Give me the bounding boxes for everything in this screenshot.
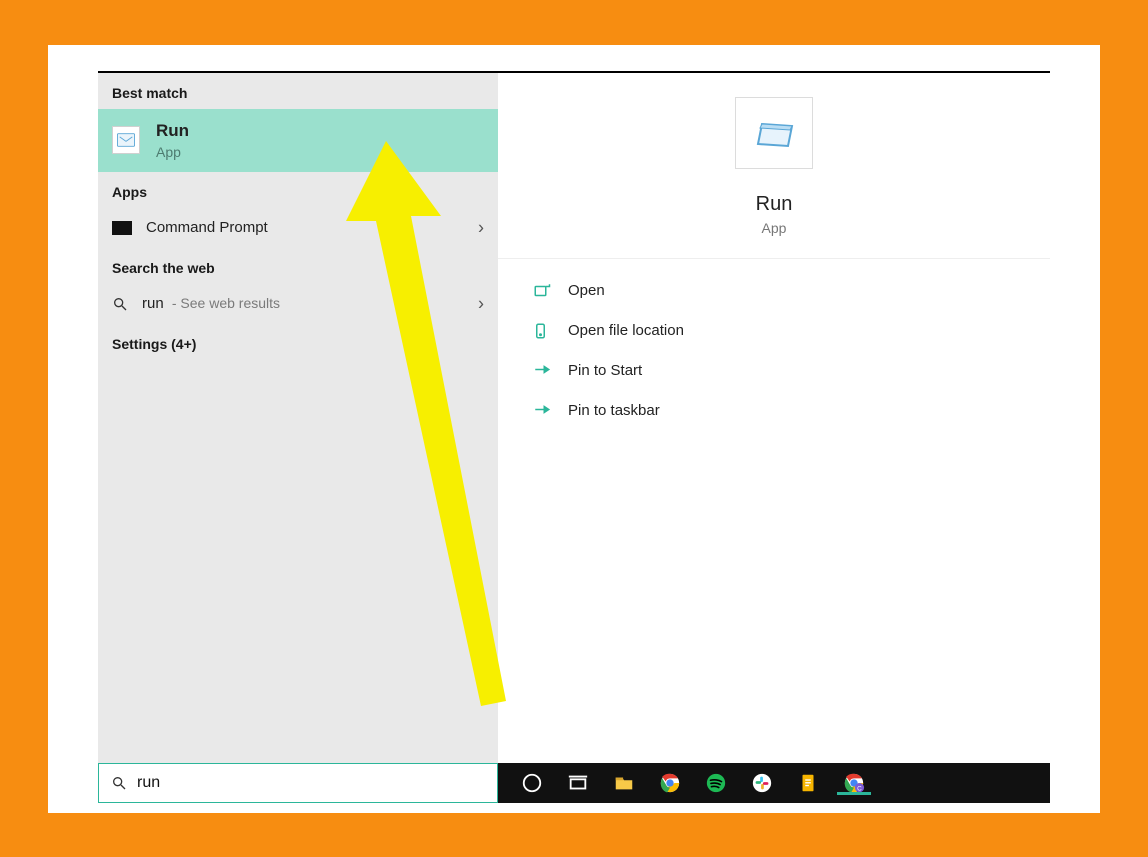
open-icon xyxy=(532,281,552,301)
web-hint: - See web results xyxy=(172,295,280,311)
preview-header: Run App xyxy=(498,73,1050,259)
taskbar-search-box[interactable] xyxy=(98,763,498,803)
spotify-icon[interactable] xyxy=(704,771,728,795)
web-term: run xyxy=(142,295,164,312)
taskbar-active-indicator xyxy=(837,792,871,795)
chevron-right-icon: › xyxy=(478,217,484,238)
action-pin-to-taskbar[interactable]: Pin to taskbar xyxy=(498,391,1050,431)
run-app-icon xyxy=(112,126,140,154)
pin-start-icon xyxy=(532,361,552,381)
task-view-icon[interactable] xyxy=(566,771,590,795)
web-result-text: run - See web results xyxy=(142,295,280,312)
best-match-subtitle: App xyxy=(156,144,189,160)
action-open-loc-label: Open file location xyxy=(568,322,684,339)
preview-subtitle: App xyxy=(762,220,787,236)
pin-taskbar-icon xyxy=(532,401,552,421)
taskbar: C xyxy=(98,763,1050,803)
file-explorer-icon[interactable] xyxy=(612,771,636,795)
magnifier-icon xyxy=(112,296,128,312)
taskbar-tray: C xyxy=(498,763,1050,803)
chrome-profile-icon[interactable]: C xyxy=(842,771,866,795)
folder-location-icon xyxy=(532,321,552,341)
best-match-text: Run App xyxy=(156,121,189,160)
action-pin-start-label: Pin to Start xyxy=(568,362,642,379)
action-open[interactable]: Open xyxy=(498,271,1050,311)
screenshot-canvas: Best match Run App Apps Command Prompt › xyxy=(48,45,1100,813)
start-search-panel: Best match Run App Apps Command Prompt › xyxy=(98,71,1050,803)
action-open-label: Open xyxy=(568,282,605,299)
google-docs-icon[interactable] xyxy=(796,771,820,795)
action-list: Open Open file location Pin to Start xyxy=(498,259,1050,443)
preview-title: Run xyxy=(756,193,793,216)
web-result-run[interactable]: run - See web results › xyxy=(98,284,498,324)
panes: Best match Run App Apps Command Prompt › xyxy=(98,73,1050,763)
apps-item-command-prompt[interactable]: Command Prompt › xyxy=(98,208,498,248)
magnifier-icon xyxy=(111,775,127,791)
section-best-match: Best match xyxy=(98,73,498,109)
section-search-web: Search the web xyxy=(98,248,498,284)
results-pane: Best match Run App Apps Command Prompt › xyxy=(98,73,498,763)
section-apps: Apps xyxy=(98,172,498,208)
chevron-right-icon: › xyxy=(478,293,484,314)
best-match-run[interactable]: Run App xyxy=(98,109,498,172)
preview-app-icon xyxy=(735,97,813,169)
command-prompt-icon xyxy=(112,221,132,235)
preview-pane: Run App Open Open file location xyxy=(498,73,1050,763)
slack-icon[interactable] xyxy=(750,771,774,795)
action-open-file-location[interactable]: Open file location xyxy=(498,311,1050,351)
search-input[interactable] xyxy=(137,774,485,792)
section-settings[interactable]: Settings (4+) xyxy=(98,324,498,360)
cortana-icon[interactable] xyxy=(520,771,544,795)
chrome-icon[interactable] xyxy=(658,771,682,795)
best-match-title: Run xyxy=(156,121,189,141)
action-pin-to-start[interactable]: Pin to Start xyxy=(498,351,1050,391)
action-pin-taskbar-label: Pin to taskbar xyxy=(568,402,660,419)
command-prompt-label: Command Prompt xyxy=(146,219,268,236)
